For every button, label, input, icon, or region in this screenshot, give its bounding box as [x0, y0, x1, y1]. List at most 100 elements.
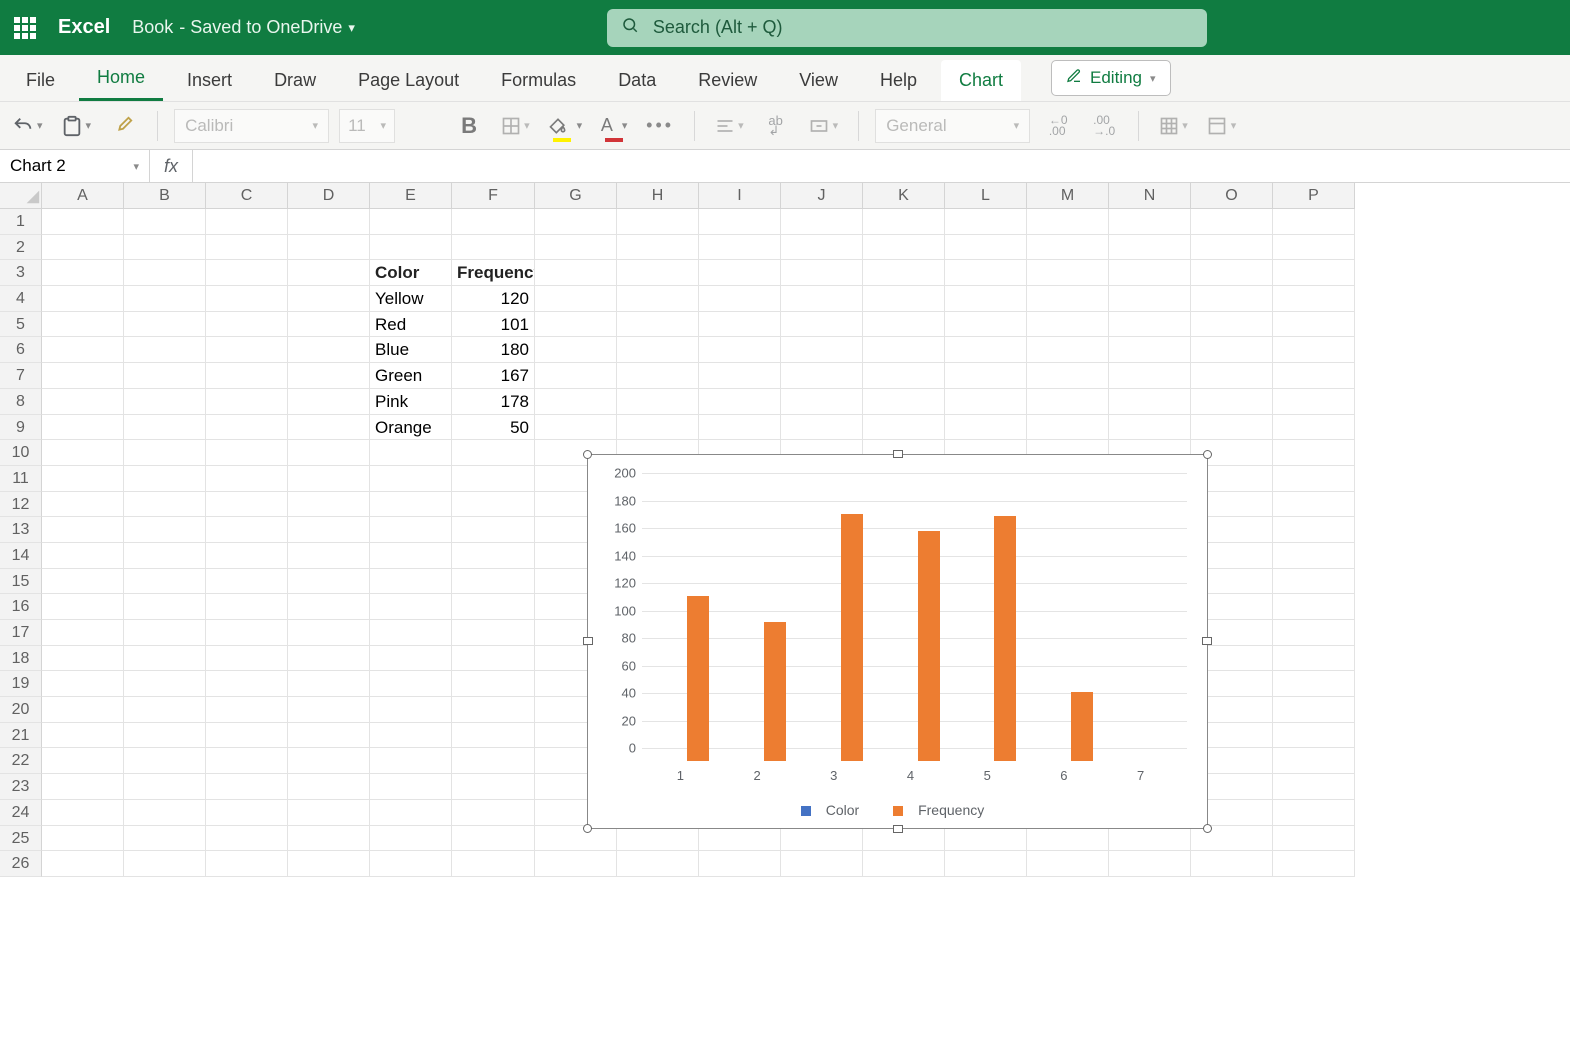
- cell-N3[interactable]: [1109, 260, 1191, 286]
- cell-B6[interactable]: [124, 337, 206, 363]
- cell-D26[interactable]: [288, 851, 370, 877]
- cell-G3[interactable]: [535, 260, 617, 286]
- cell-P15[interactable]: [1273, 569, 1355, 595]
- cell-G5[interactable]: [535, 312, 617, 338]
- cell-K4[interactable]: [863, 286, 945, 312]
- cell-M4[interactable]: [1027, 286, 1109, 312]
- cell-F21[interactable]: [452, 723, 535, 749]
- chart-plot-area[interactable]: 0204060801001201401601802001234567: [608, 465, 1187, 783]
- cell-L5[interactable]: [945, 312, 1027, 338]
- cell-C24[interactable]: [206, 800, 288, 826]
- cell-F3[interactable]: Frequency: [452, 260, 535, 286]
- cell-C15[interactable]: [206, 569, 288, 595]
- cell-B10[interactable]: [124, 440, 206, 466]
- cell-P11[interactable]: [1273, 466, 1355, 492]
- cell-P20[interactable]: [1273, 697, 1355, 723]
- cell-J6[interactable]: [781, 337, 863, 363]
- cell-F26[interactable]: [452, 851, 535, 877]
- cell-G4[interactable]: [535, 286, 617, 312]
- cell-B15[interactable]: [124, 569, 206, 595]
- cell-D20[interactable]: [288, 697, 370, 723]
- cell-E24[interactable]: [370, 800, 452, 826]
- cell-I26[interactable]: [699, 851, 781, 877]
- cell-A13[interactable]: [42, 517, 124, 543]
- decrease-decimal-button[interactable]: ←0.00: [1040, 108, 1076, 144]
- cell-F17[interactable]: [452, 620, 535, 646]
- increase-decimal-button[interactable]: .00→.0: [1086, 108, 1122, 144]
- cell-P23[interactable]: [1273, 774, 1355, 800]
- cell-E25[interactable]: [370, 826, 452, 852]
- cell-F9[interactable]: 50: [452, 415, 535, 441]
- resize-handle-s[interactable]: [893, 825, 903, 833]
- cell-E5[interactable]: Red: [370, 312, 452, 338]
- col-header-H[interactable]: H: [617, 183, 699, 209]
- cell-F20[interactable]: [452, 697, 535, 723]
- resize-handle-e[interactable]: [1202, 637, 1212, 645]
- cell-E26[interactable]: [370, 851, 452, 877]
- cell-B23[interactable]: [124, 774, 206, 800]
- cell-P26[interactable]: [1273, 851, 1355, 877]
- cell-B16[interactable]: [124, 594, 206, 620]
- cell-A9[interactable]: [42, 415, 124, 441]
- row-header-5[interactable]: 5: [0, 312, 42, 338]
- cell-B13[interactable]: [124, 517, 206, 543]
- col-header-E[interactable]: E: [370, 183, 452, 209]
- search-input[interactable]: [653, 17, 1193, 38]
- fx-icon[interactable]: fx: [150, 156, 192, 177]
- cell-J4[interactable]: [781, 286, 863, 312]
- cell-A8[interactable]: [42, 389, 124, 415]
- cell-E12[interactable]: [370, 492, 452, 518]
- tab-formulas[interactable]: Formulas: [483, 60, 594, 101]
- row-header-17[interactable]: 17: [0, 620, 42, 646]
- cell-H3[interactable]: [617, 260, 699, 286]
- row-header-6[interactable]: 6: [0, 337, 42, 363]
- formula-input[interactable]: [192, 150, 1570, 182]
- cell-O8[interactable]: [1191, 389, 1273, 415]
- cell-P14[interactable]: [1273, 543, 1355, 569]
- font-color-button[interactable]: A▾: [596, 108, 632, 144]
- row-header-2[interactable]: 2: [0, 235, 42, 261]
- cell-F15[interactable]: [452, 569, 535, 595]
- cell-A16[interactable]: [42, 594, 124, 620]
- cell-C18[interactable]: [206, 646, 288, 672]
- bar-1[interactable]: [687, 596, 709, 761]
- cell-C10[interactable]: [206, 440, 288, 466]
- row-header-3[interactable]: 3: [0, 260, 42, 286]
- chart-legend[interactable]: Color Frequency: [588, 802, 1207, 818]
- cell-F6[interactable]: 180: [452, 337, 535, 363]
- cell-J8[interactable]: [781, 389, 863, 415]
- row-headers[interactable]: 1234567891011121314151617181920212223242…: [0, 209, 42, 877]
- cell-A12[interactable]: [42, 492, 124, 518]
- resize-handle-ne[interactable]: [1203, 450, 1212, 459]
- cell-A22[interactable]: [42, 748, 124, 774]
- cell-C4[interactable]: [206, 286, 288, 312]
- cell-D4[interactable]: [288, 286, 370, 312]
- col-header-I[interactable]: I: [699, 183, 781, 209]
- cell-A6[interactable]: [42, 337, 124, 363]
- tab-chart[interactable]: Chart: [941, 60, 1021, 101]
- cell-H8[interactable]: [617, 389, 699, 415]
- paste-button[interactable]: ▾: [57, 108, 96, 144]
- cell-N7[interactable]: [1109, 363, 1191, 389]
- cell-N5[interactable]: [1109, 312, 1191, 338]
- cell-P9[interactable]: [1273, 415, 1355, 441]
- cell-E11[interactable]: [370, 466, 452, 492]
- row-header-21[interactable]: 21: [0, 723, 42, 749]
- cell-D23[interactable]: [288, 774, 370, 800]
- cell-O6[interactable]: [1191, 337, 1273, 363]
- cell-C9[interactable]: [206, 415, 288, 441]
- cell-F18[interactable]: [452, 646, 535, 672]
- cell-F13[interactable]: [452, 517, 535, 543]
- cell-E15[interactable]: [370, 569, 452, 595]
- cell-G6[interactable]: [535, 337, 617, 363]
- undo-button[interactable]: ▾: [8, 108, 47, 144]
- cell-H5[interactable]: [617, 312, 699, 338]
- cell-C7[interactable]: [206, 363, 288, 389]
- cell-I5[interactable]: [699, 312, 781, 338]
- cell-G25[interactable]: [535, 826, 617, 852]
- cell-A17[interactable]: [42, 620, 124, 646]
- select-all-corner[interactable]: [0, 183, 42, 209]
- cell-P22[interactable]: [1273, 748, 1355, 774]
- cell-I3[interactable]: [699, 260, 781, 286]
- tab-draw[interactable]: Draw: [256, 60, 334, 101]
